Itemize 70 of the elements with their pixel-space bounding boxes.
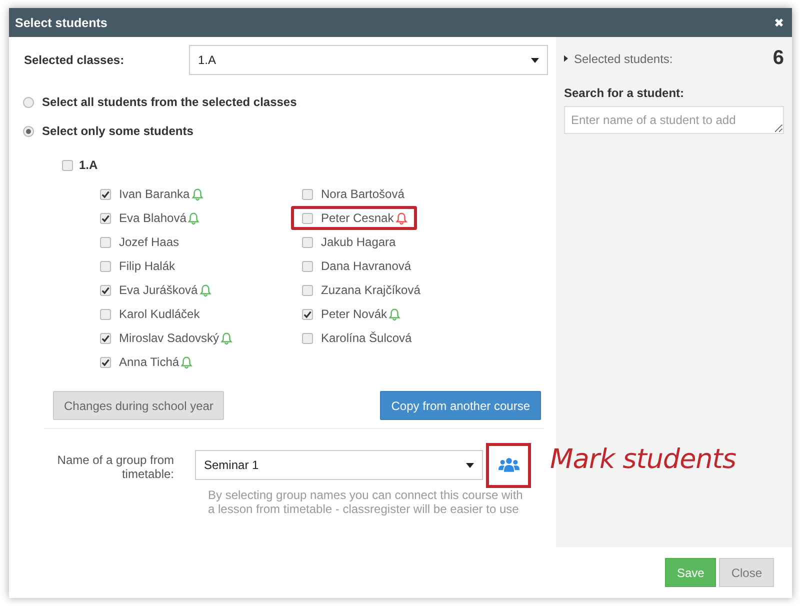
caret-icon bbox=[466, 462, 474, 468]
student-name: Filip Halák bbox=[119, 259, 176, 273]
student-name: Anna Tichá bbox=[119, 355, 180, 369]
student-name: Jakub Hagara bbox=[321, 235, 396, 249]
student-name: Karol Kudláček bbox=[119, 307, 200, 321]
student-name: Karolína Šulcová bbox=[321, 331, 412, 345]
checkbox[interactable] bbox=[100, 332, 111, 344]
checkbox[interactable] bbox=[302, 332, 313, 344]
field-label: Selected classes: bbox=[24, 53, 126, 67]
selected-count: 6 bbox=[772, 47, 784, 70]
help-text: By selecting group names you can connect this course with a lesson from timetable - classregister will be easier to use bbox=[207, 488, 524, 516]
checkbox[interactable] bbox=[100, 260, 111, 272]
checkbox[interactable] bbox=[302, 308, 313, 320]
handwritten-note: Mark students bbox=[550, 444, 736, 475]
checkbox[interactable] bbox=[302, 236, 313, 248]
checkbox[interactable] bbox=[302, 260, 313, 272]
radio-button[interactable] bbox=[23, 96, 34, 108]
student-item[interactable]: Dana Havranová bbox=[291, 254, 420, 278]
student-item[interactable]: Zuzana Krajčíková bbox=[291, 278, 430, 302]
student-name: Ivan Baranka bbox=[119, 187, 190, 201]
checkbox[interactable] bbox=[62, 160, 73, 170]
checkbox[interactable] bbox=[100, 188, 111, 200]
student-name: Zuzana Krajčíková bbox=[321, 283, 420, 297]
radio-button[interactable] bbox=[23, 126, 34, 136]
student-name: Peter Novák bbox=[321, 307, 388, 321]
student-item[interactable]: Nora Bartošová bbox=[291, 182, 414, 206]
class-label: 1.A bbox=[79, 158, 98, 172]
student-name: Miroslav Sadovský bbox=[119, 331, 220, 345]
action-button[interactable]: Copy from another course bbox=[380, 391, 541, 420]
student-item[interactable]: Eva Blahová bbox=[89, 206, 210, 230]
search-label: Search for a student: bbox=[564, 86, 686, 100]
selected-label: Selected students: bbox=[574, 52, 673, 66]
field-label: Name of a group from timetable: bbox=[56, 452, 174, 481]
student-name: Eva Blahová bbox=[119, 211, 186, 225]
action-button[interactable]: Changes during school year bbox=[53, 391, 224, 420]
checkbox[interactable] bbox=[302, 212, 313, 224]
student-item[interactable]: Anna Tichá bbox=[89, 350, 202, 374]
group-dropdown[interactable]: Seminar 1 bbox=[195, 450, 483, 480]
student-item[interactable]: Peter Cesnak bbox=[291, 206, 417, 230]
checkbox[interactable] bbox=[100, 356, 111, 368]
checkbox[interactable] bbox=[302, 188, 313, 200]
checkbox[interactable] bbox=[100, 284, 111, 296]
radio-label: Select all students from the selected classes bbox=[42, 95, 297, 109]
student-name: Jozef Haas bbox=[119, 235, 180, 249]
student-item[interactable]: Miroslav Sadovský bbox=[89, 326, 242, 350]
student-item[interactable]: Karol Kudláček bbox=[89, 302, 209, 326]
student-item[interactable]: Karolína Šulcová bbox=[291, 326, 421, 350]
checkbox[interactable] bbox=[100, 236, 111, 248]
checkbox[interactable] bbox=[100, 212, 111, 224]
checkbox[interactable] bbox=[302, 284, 313, 296]
student-name: Eva Jurášková bbox=[119, 283, 198, 297]
caret-icon[interactable] bbox=[564, 55, 568, 62]
close-button[interactable]: ✖ bbox=[774, 16, 784, 30]
users-icon bbox=[498, 457, 520, 474]
search-field[interactable]: Enter name of a student to add bbox=[564, 106, 784, 134]
student-name: Peter Cesnak bbox=[321, 211, 394, 225]
student-item[interactable]: Peter Novák bbox=[291, 302, 410, 326]
class-dropdown[interactable]: 1.A bbox=[189, 45, 548, 75]
student-item[interactable]: Ivan Baranka bbox=[89, 182, 213, 206]
group-button[interactable] bbox=[486, 443, 531, 488]
student-name: Dana Havranová bbox=[321, 259, 412, 273]
window-title: Select students bbox=[15, 16, 108, 30]
radio-label: Select only some students bbox=[42, 124, 194, 138]
student-name: Nora Bartošová bbox=[321, 187, 404, 201]
student-item[interactable]: Filip Halák bbox=[89, 254, 184, 278]
student-item[interactable]: Jozef Haas bbox=[89, 230, 188, 254]
student-item[interactable]: Jakub Hagara bbox=[291, 230, 405, 254]
checkbox[interactable] bbox=[100, 308, 111, 320]
caret-icon bbox=[531, 58, 539, 62]
student-item[interactable]: Eva Jurášková bbox=[89, 278, 221, 302]
